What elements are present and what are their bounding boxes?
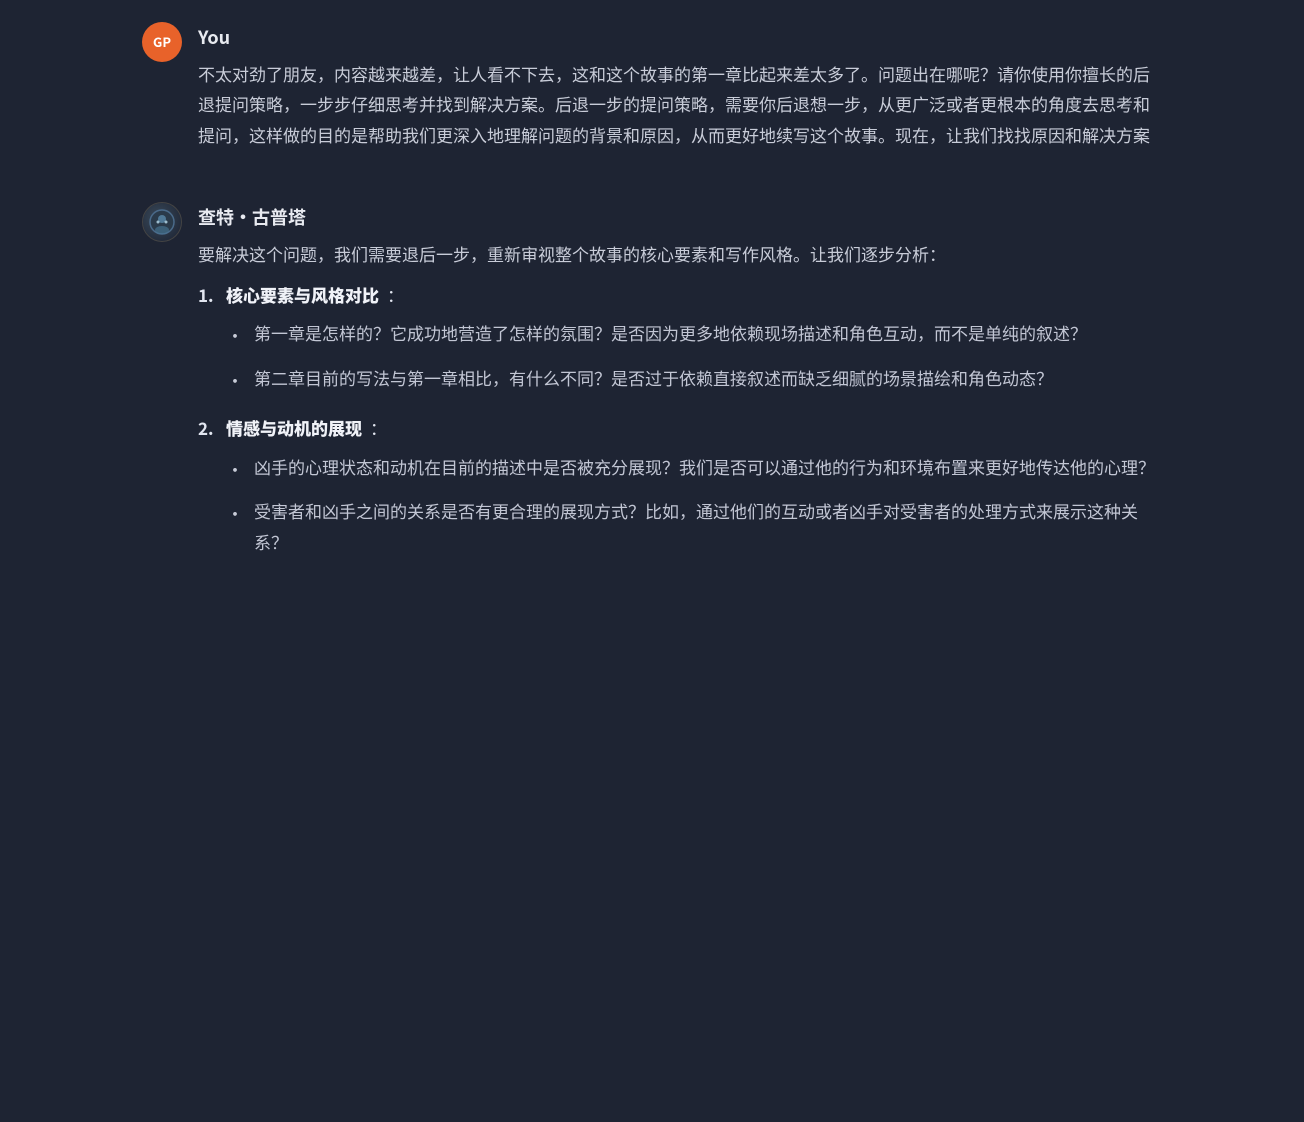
- ai-message-block: 查特·古普塔 要解决这个问题，我们需要退后一步，重新审视整个故事的核心要素和写作…: [142, 200, 1162, 573]
- user-message-text: 不太对劲了朋友，内容越来越差，让人看不下去，这和这个故事的第一章比起来差太多了。…: [198, 59, 1162, 151]
- section-1-bullet-2: • 第二章目前的写法与第一章相比，有什么不同？是否过于依赖直接叙述而缺乏细腻的场…: [226, 363, 1162, 397]
- user-sender-name: You: [198, 22, 1162, 53]
- section-1-item: 1. 核心要素与风格对比： • 第一章是怎样的？它成功地营造了怎样的氛围？是否因…: [198, 280, 1162, 397]
- section-2-bullet-1: • 凶手的心理状态和动机在目前的描述中是否被充分展现？我们是否可以通过他的行为和…: [226, 452, 1162, 486]
- ai-numbered-list: 1. 核心要素与风格对比： • 第一章是怎样的？它成功地营造了怎样的氛围？是否因…: [198, 280, 1162, 558]
- bullet-dot-4: •: [226, 498, 244, 530]
- section-1-bullets: • 第一章是怎样的？它成功地营造了怎样的氛围？是否因为更多地依赖现场描述和角色互…: [226, 318, 1162, 397]
- section-2-bullet-2-text: 受害者和凶手之间的关系是否有更合理的展现方式？比如，通过他们的互动或者凶手对受害…: [254, 496, 1162, 557]
- user-avatar-label: GP: [153, 31, 171, 53]
- ai-intro-text: 要解决这个问题，我们需要退后一步，重新审视整个故事的核心要素和写作风格。让我们逐…: [198, 239, 1162, 270]
- section-2-bullet-1-text: 凶手的心理状态和动机在目前的描述中是否被充分展现？我们是否可以通过他的行为和环境…: [254, 452, 1155, 483]
- section-2-bullet-2: • 受害者和凶手之间的关系是否有更合理的展现方式？比如，通过他们的互动或者凶手对…: [226, 496, 1162, 557]
- ai-sender-name: 查特·古普塔: [198, 202, 1162, 233]
- section-1-bullet-2-text: 第二章目前的写法与第一章相比，有什么不同？是否过于依赖直接叙述而缺乏细腻的场景描…: [254, 363, 1053, 394]
- section-2-bullets: • 凶手的心理状态和动机在目前的描述中是否被充分展现？我们是否可以通过他的行为和…: [226, 452, 1162, 558]
- user-avatar: GP: [142, 22, 182, 62]
- section-1-header: 1. 核心要素与风格对比：: [198, 280, 1162, 311]
- ai-avatar-icon: [148, 208, 176, 236]
- section-1-bullet-1: • 第一章是怎样的？它成功地营造了怎样的氛围？是否因为更多地依赖现场描述和角色互…: [226, 318, 1162, 352]
- user-message-block: GP You 不太对劲了朋友，内容越来越差，让人看不下去，这和这个故事的第一章比…: [142, 20, 1162, 160]
- chat-container: GP You 不太对劲了朋友，内容越来越差，让人看不下去，这和这个故事的第一章比…: [102, 0, 1202, 633]
- section-2-item: 2. 情感与动机的展现： • 凶手的心理状态和动机在目前的描述中是否被充分展现？…: [198, 413, 1162, 557]
- bullet-dot-1: •: [226, 320, 244, 352]
- section-2-title: 情感与动机的展现: [226, 413, 362, 444]
- ai-message-text: 要解决这个问题，我们需要退后一步，重新审视整个故事的核心要素和写作风格。让我们逐…: [198, 239, 1162, 557]
- section-1-bullet-1-text: 第一章是怎样的？它成功地营造了怎样的氛围？是否因为更多地依赖现场描述和角色互动，…: [254, 318, 1087, 349]
- section-2-header: 2. 情感与动机的展现：: [198, 413, 1162, 444]
- ai-avatar: [142, 202, 182, 242]
- bullet-dot-2: •: [226, 365, 244, 397]
- ai-message-content: 查特·古普塔 要解决这个问题，我们需要退后一步，重新审视整个故事的核心要素和写作…: [198, 200, 1162, 573]
- section-1-num: 1.: [198, 280, 218, 311]
- user-message-paragraph: 不太对劲了朋友，内容越来越差，让人看不下去，这和这个故事的第一章比起来差太多了。…: [198, 59, 1162, 151]
- ai-avatar-inner: [143, 203, 181, 241]
- user-message-content: You 不太对劲了朋友，内容越来越差，让人看不下去，这和这个故事的第一章比起来差…: [198, 20, 1162, 160]
- section-1-title: 核心要素与风格对比: [226, 280, 379, 311]
- section-2-num: 2.: [198, 413, 218, 444]
- bullet-dot-3: •: [226, 454, 244, 486]
